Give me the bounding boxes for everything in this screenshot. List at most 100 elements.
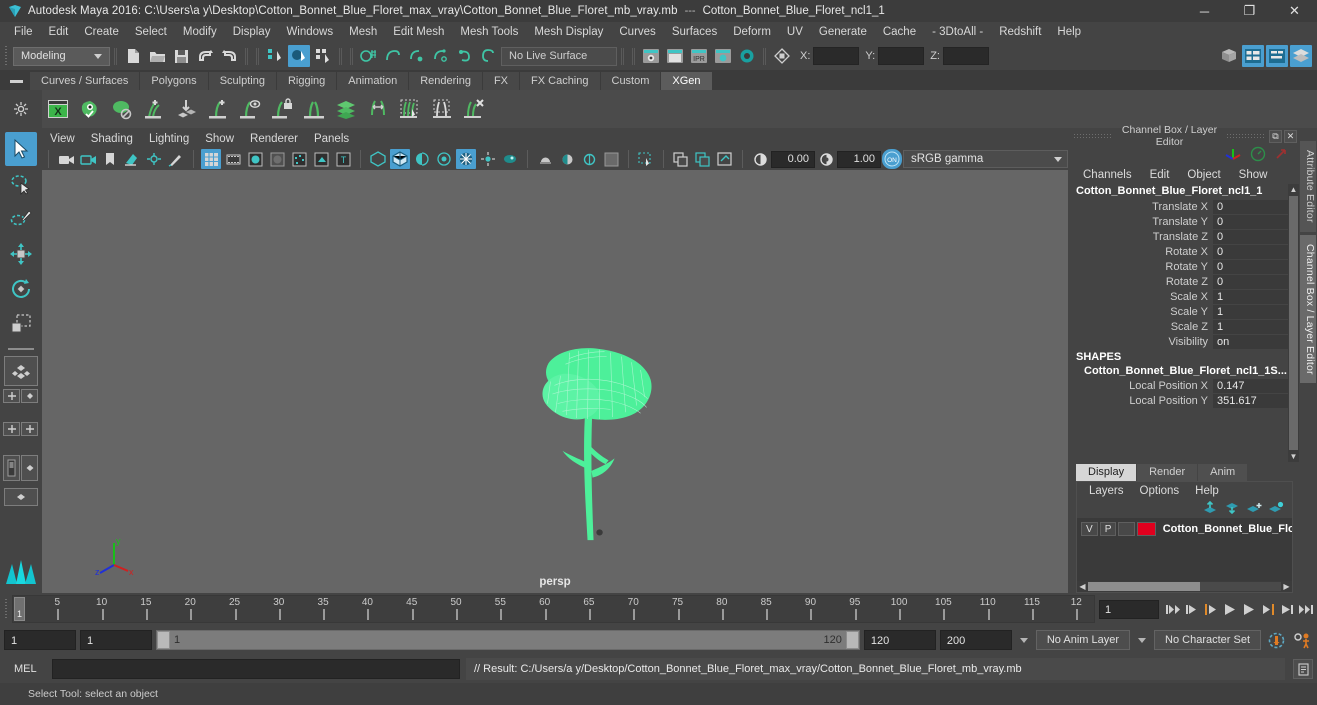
show-hide-tool-settings-button[interactable] (1266, 45, 1288, 67)
viewport-render-icon[interactable] (601, 149, 621, 169)
ipr-render-button[interactable]: IPR (688, 45, 710, 67)
screen-space-ao-icon[interactable]: T (333, 149, 353, 169)
show-hide-channel-box-button[interactable] (1290, 45, 1312, 67)
live-surface-field[interactable]: No Live Surface (501, 46, 617, 66)
shelf-tab-fx[interactable]: FX (482, 72, 521, 90)
menu-item-curves[interactable]: Curves (611, 22, 663, 42)
undo-button[interactable] (194, 45, 216, 67)
channel-value[interactable]: 0 (1213, 244, 1288, 259)
channel-value[interactable]: 0 (1213, 229, 1288, 244)
layer-name[interactable]: Cotton_Bonnet_Blue_Flo (1163, 523, 1292, 535)
image-plane-icon[interactable] (122, 149, 142, 169)
channel-row[interactable]: Translate X 0 (1070, 199, 1288, 214)
menu-item-uv[interactable]: UV (779, 22, 811, 42)
maya-bonus-tools-icon[interactable] (3, 553, 39, 589)
move-layer-up-icon[interactable] (1202, 500, 1218, 517)
scale-tool-button[interactable] (5, 307, 37, 341)
animation-start-time-field[interactable]: 1 (4, 630, 76, 650)
toolbar-grip[interactable] (2, 44, 11, 68)
xgen-import-archive-icon[interactable] (171, 94, 201, 124)
channel-value[interactable]: 0 (1213, 199, 1288, 214)
lighting-mode-icon[interactable] (478, 149, 498, 169)
select-region-icon[interactable] (636, 149, 656, 169)
xray-display-icon[interactable] (368, 149, 388, 169)
layer-shading-toggle[interactable] (1118, 522, 1136, 536)
snap-to-grid-button[interactable] (358, 45, 380, 67)
menu-item-select[interactable]: Select (127, 22, 175, 42)
shelf-tab-rigging[interactable]: Rigging (276, 72, 338, 90)
copy-view-icon[interactable] (671, 149, 691, 169)
current-time-indicator[interactable]: 1 (14, 597, 25, 621)
manipulator-handle-icon[interactable] (1273, 146, 1289, 165)
tab-channel-box-layer-editor[interactable]: Channel Box / Layer Editor (1300, 234, 1316, 384)
menu-item-mesh-display[interactable]: Mesh Display (526, 22, 611, 42)
viewport-menu-panels[interactable]: Panels (306, 133, 357, 145)
xgen-layer-icon[interactable] (331, 94, 361, 124)
channel-row[interactable]: Rotate Z 0 (1070, 274, 1288, 289)
channel-value[interactable]: 0 (1213, 274, 1288, 289)
channel-value[interactable]: 0 (1213, 259, 1288, 274)
layout-quad-cell[interactable] (21, 389, 38, 403)
toggle-editors-button[interactable] (771, 45, 793, 67)
channel-row[interactable]: Translate Y 0 (1070, 214, 1288, 229)
layout-two-pane-button[interactable] (3, 422, 39, 452)
viewport-menu-shading[interactable]: Shading (83, 133, 141, 145)
layer-menu-options[interactable]: Options (1132, 485, 1188, 497)
snap-to-point-button[interactable] (406, 45, 428, 67)
viewport-menu-renderer[interactable]: Renderer (242, 133, 306, 145)
channel-row[interactable]: Rotate X 0 (1070, 244, 1288, 259)
select-tool-button[interactable] (5, 132, 37, 166)
playback-end-time-field[interactable]: 120 (863, 630, 936, 650)
channel-box-menu-channels[interactable]: Channels (1074, 169, 1141, 181)
maximize-button[interactable]: ❐ (1227, 0, 1272, 22)
shaded-textured-icon[interactable] (267, 149, 287, 169)
channel-row[interactable]: Scale X 1 (1070, 289, 1288, 304)
step-back-frame-button[interactable] (1201, 598, 1220, 620)
channel-row[interactable]: Scale Y 1 (1070, 304, 1288, 319)
menu-item-file[interactable]: File (6, 22, 41, 42)
play-forwards-button[interactable] (1239, 598, 1258, 620)
viewport-menu-lighting[interactable]: Lighting (141, 133, 197, 145)
panel-drag-handle-right[interactable] (1227, 132, 1265, 140)
menuset-selector[interactable]: Modeling (13, 46, 110, 66)
menu-item-create[interactable]: Create (76, 22, 127, 42)
menu-item-redshift[interactable]: Redshift (991, 22, 1049, 42)
go-to-end-button[interactable] (1296, 598, 1315, 620)
select-by-component-type-button[interactable] (312, 45, 334, 67)
bookmark-icon[interactable] (100, 149, 120, 169)
hypershade-button[interactable] (736, 45, 758, 67)
manipulator-axes-icon[interactable] (1223, 146, 1243, 165)
grease-pencil-icon[interactable] (166, 149, 186, 169)
menu-item-deform[interactable]: Deform (725, 22, 779, 42)
channel-box-scrollbar[interactable]: ▲ ▼ (1288, 184, 1299, 462)
shelf-tab-xgen[interactable]: XGen (661, 72, 713, 90)
z-input[interactable] (942, 47, 989, 65)
character-set-selector[interactable]: No Character Set (1154, 630, 1261, 650)
add-layer-with-selection-icon[interactable] (1268, 501, 1284, 517)
layout-hypergraph-button[interactable] (3, 455, 39, 485)
channel-value[interactable]: 351.617 (1213, 393, 1288, 408)
select-by-object-type-button[interactable] (288, 45, 310, 67)
layout-single-perspective-button[interactable] (4, 356, 38, 386)
shaded-display-icon[interactable] (223, 149, 243, 169)
layout-quad-cell[interactable] (3, 422, 20, 436)
xgen-select-guide-icon[interactable] (395, 94, 425, 124)
menu-item-cache[interactable]: Cache (875, 22, 924, 42)
exposure-icon[interactable] (750, 149, 770, 169)
menu-item-3dtoall[interactable]: - 3DtoAll - (924, 22, 991, 42)
layout-quad-cell[interactable] (21, 422, 38, 436)
xgen-region-icon[interactable] (427, 94, 457, 124)
menu-item-display[interactable]: Display (225, 22, 279, 42)
render-view-button[interactable] (640, 45, 662, 67)
gamma-icon[interactable] (816, 149, 836, 169)
smooth-shade-all-icon[interactable] (245, 149, 265, 169)
shelf-tab-fx-caching[interactable]: FX Caching (520, 72, 601, 90)
make-live-button[interactable] (478, 45, 500, 67)
show-hide-modeling-toolkit-button[interactable] (1218, 45, 1240, 67)
layer-menu-help[interactable]: Help (1187, 485, 1227, 497)
scroll-left-icon[interactable]: ◀ (1077, 582, 1088, 591)
character-set-chevron-down-icon[interactable] (1138, 637, 1147, 643)
redo-button[interactable] (218, 45, 240, 67)
channel-row[interactable]: Translate Z 0 (1070, 229, 1288, 244)
script-editor-button[interactable] (1293, 659, 1313, 679)
